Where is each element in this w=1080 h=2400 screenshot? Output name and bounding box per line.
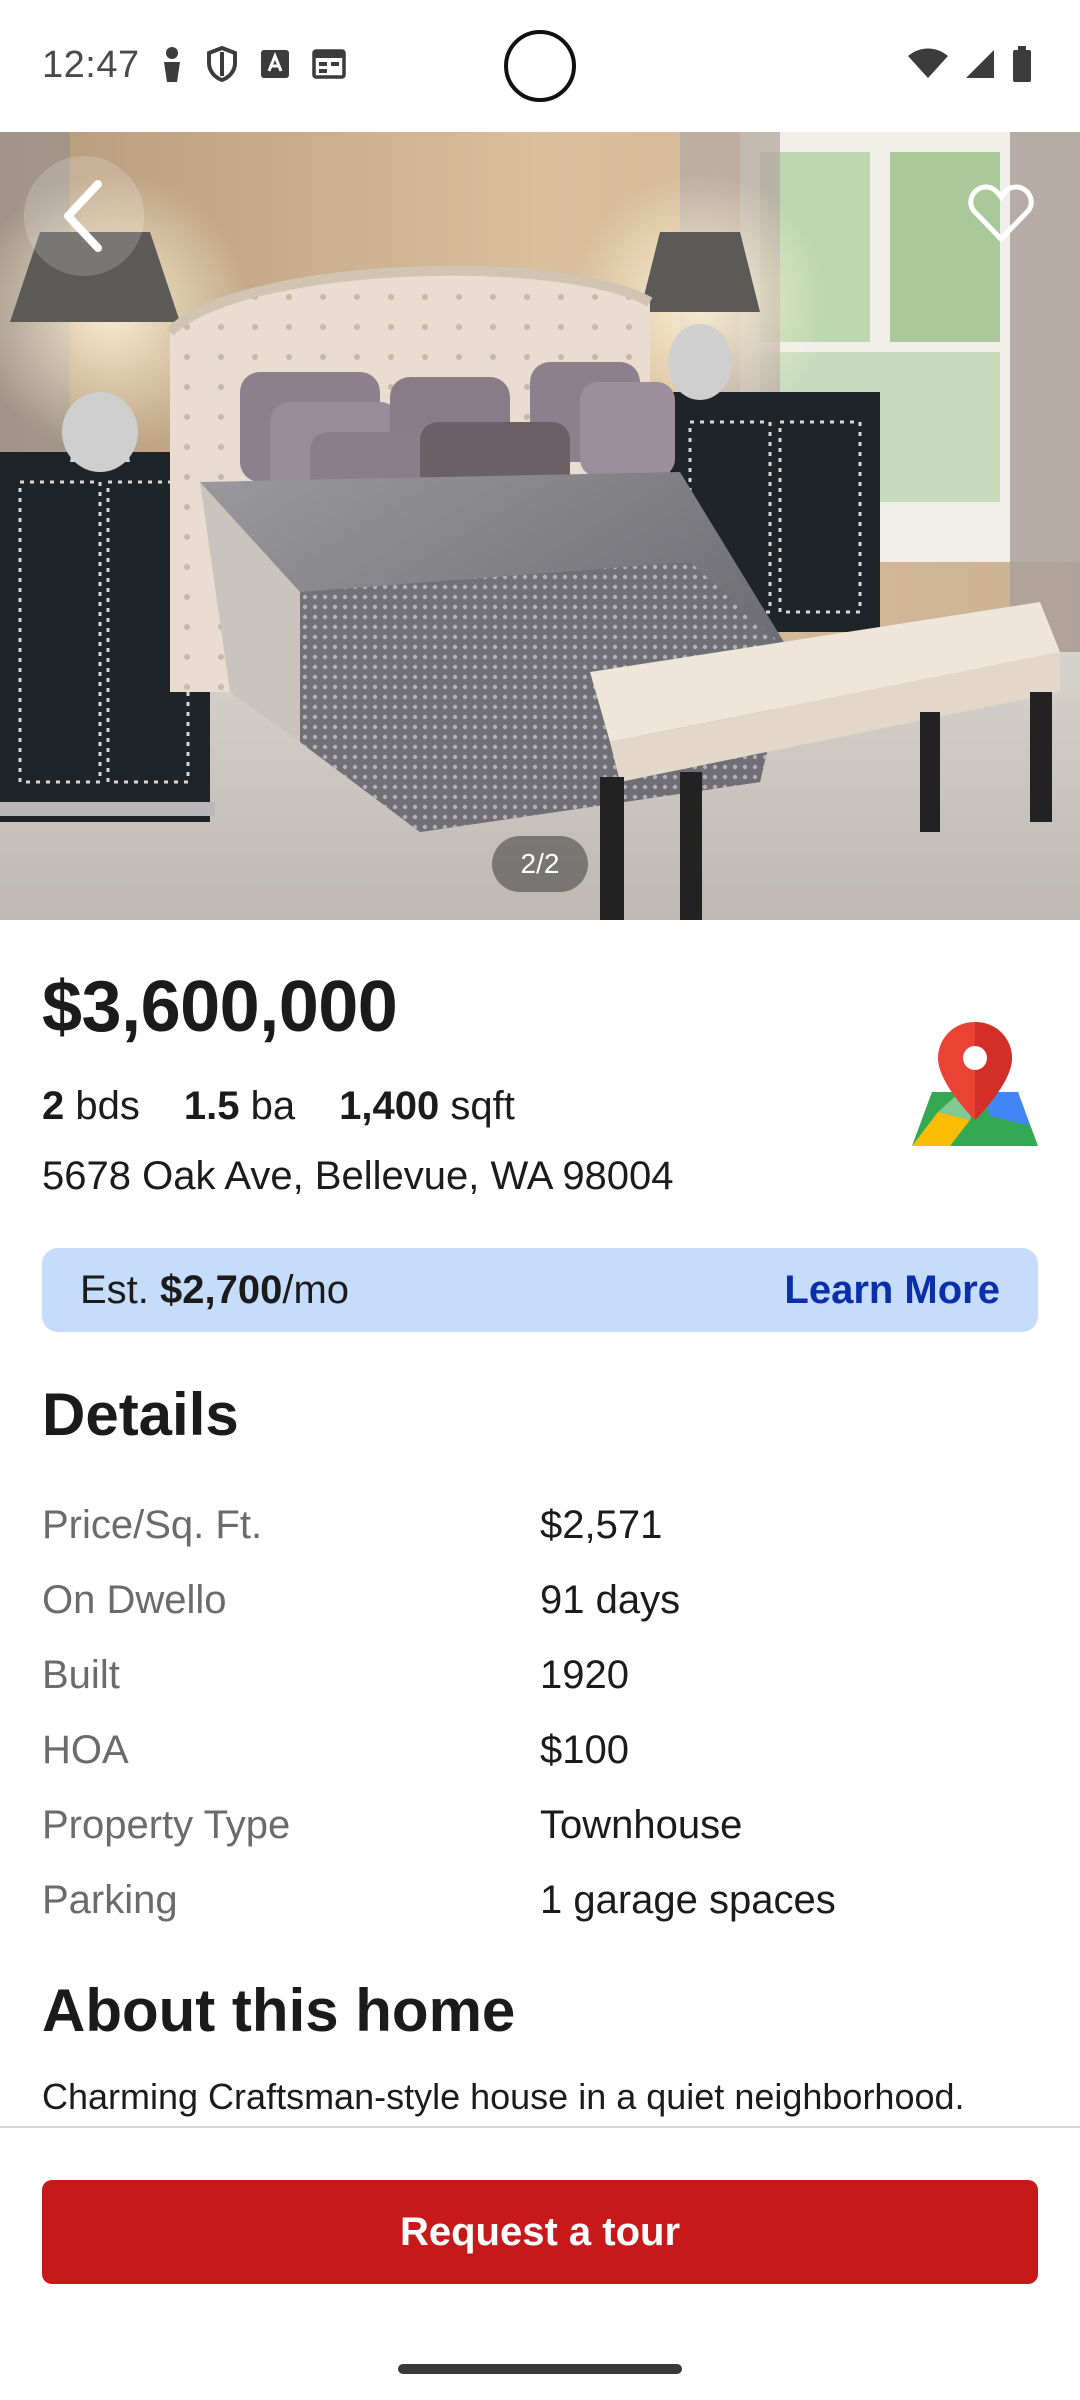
detail-label: On Dwello (42, 1578, 227, 1622)
photo-counter: 2/2 (492, 836, 588, 892)
bedroom-photo (0, 132, 1080, 920)
request-tour-button[interactable]: Request a tour (42, 2180, 1038, 2284)
heart-icon (968, 184, 1034, 243)
beds-fact: 2 bds (42, 1084, 140, 1129)
detail-row-property-type: Property Type Townhouse (42, 1788, 1038, 1863)
mortgage-estimate: Est. $2,700/mo (80, 1268, 349, 1313)
detail-row-on-dwello: On Dwello 91 days (42, 1563, 1038, 1638)
detail-value: Townhouse (540, 1803, 743, 1847)
calendar-icon (312, 49, 346, 79)
detail-label: Built (42, 1653, 120, 1697)
detail-value: $100 (540, 1728, 629, 1772)
status-bar: 12:47 (0, 0, 1080, 132)
detail-label: Price/Sq. Ft. (42, 1503, 263, 1547)
detail-label: HOA (42, 1728, 129, 1772)
beds-value: 2 (42, 1084, 65, 1128)
learn-more-link[interactable]: Learn More (784, 1268, 1000, 1313)
status-icons-right (908, 46, 1032, 82)
beds-unit: bds (75, 1084, 140, 1128)
detail-value: 91 days (540, 1578, 681, 1622)
about-title: About this home (42, 1977, 516, 2044)
font-a-icon (261, 50, 289, 78)
detail-value: $2,571 (540, 1503, 663, 1547)
about-description: Charming Craftsman-style house in a quie… (42, 2076, 965, 2117)
details-title: Details (42, 1381, 239, 1448)
signal-icon (966, 50, 994, 78)
shield-icon (207, 46, 237, 82)
status-icons-left (160, 46, 346, 82)
hero-photo[interactable]: 2/2 (0, 132, 1080, 920)
baths-value: 1.5 (183, 1084, 240, 1128)
sqft-fact: 1,400 sqft (339, 1084, 515, 1129)
bottom-action-bar: Request a tour (0, 2126, 1080, 2400)
listing-address: 5678 Oak Ave, Bellevue, WA 98004 (42, 1154, 674, 1198)
detail-row-hoa: HOA $100 (42, 1713, 1038, 1788)
listing-facts: 2 bds 1.5 ba 1,400 sqft (42, 1084, 515, 1129)
detail-label: Property Type (42, 1803, 291, 1847)
mortgage-estimate-bar: Est. $2,700/mo Learn More (42, 1248, 1038, 1332)
detail-value: 1920 (540, 1653, 629, 1697)
favorite-button[interactable] (946, 158, 1056, 268)
mortgage-prefix: Est. (80, 1268, 161, 1312)
detail-row-parking: Parking 1 garage spaces (42, 1863, 1038, 1938)
notification-person-icon (164, 47, 180, 82)
wifi-icon (908, 48, 948, 78)
details-table: Price/Sq. Ft. $2,571 On Dwello 91 days B… (42, 1488, 1038, 1938)
listing-price: $3,600,000 (42, 967, 398, 1047)
mortgage-amount: $2,700 (160, 1268, 283, 1312)
detail-value: 1 garage spaces (540, 1878, 836, 1922)
sqft-value: 1,400 (339, 1084, 440, 1128)
detail-row-price-per-sqft: Price/Sq. Ft. $2,571 (42, 1488, 1038, 1563)
camera-cutout (504, 30, 576, 102)
battery-icon (1013, 46, 1031, 82)
baths-unit: ba (250, 1084, 296, 1128)
baths-fact: 1.5 ba (184, 1084, 295, 1129)
detail-label: Parking (42, 1878, 178, 1922)
map-pin-icon[interactable] (910, 1016, 1040, 1150)
sqft-unit: sqft (450, 1084, 515, 1128)
detail-row-built: Built 1920 (42, 1638, 1038, 1713)
status-time: 12:47 (42, 44, 140, 86)
mortgage-suffix: /mo (282, 1268, 350, 1312)
back-button[interactable] (24, 156, 144, 276)
chevron-left-icon (64, 180, 102, 252)
home-indicator[interactable] (398, 2364, 682, 2374)
